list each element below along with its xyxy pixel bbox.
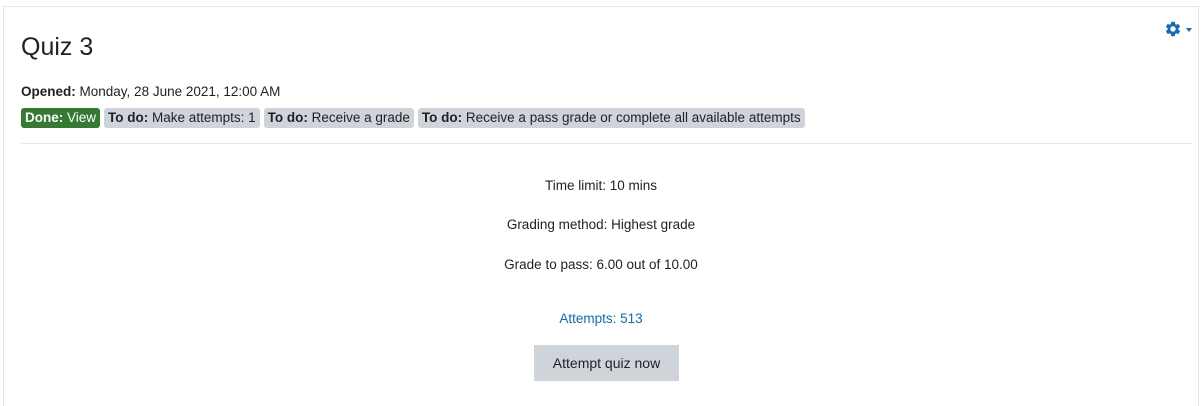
opened-label: Opened: [21,84,76,99]
completion-badge-make-attempts: To do: Make attempts: 1 [104,108,260,128]
gear-icon [1164,20,1182,38]
attempt-quiz-button[interactable]: Attempt quiz now [534,345,679,381]
badge-text: Receive a pass grade or complete all ava… [465,110,801,125]
caret-down-icon [1186,28,1192,32]
opened-date: Monday, 28 June 2021, 12:00 AM [79,84,281,99]
badge-text: View [67,110,97,125]
badge-status: To do: [108,110,149,125]
attempts-link[interactable]: Attempts: 513 [559,311,642,326]
completion-requirements: Done: View To do: Make attempts: 1 To do… [21,108,805,128]
badge-status: To do: [267,110,308,125]
completion-badge-receive-grade: To do: Receive a grade [263,108,414,128]
header-divider [21,143,1192,144]
activity-dates: Opened: Monday, 28 June 2021, 12:00 AM [21,83,280,101]
page-title: Quiz 3 [21,33,94,61]
completion-badge-view: Done: View [21,108,101,128]
badge-status: Done: [25,110,64,125]
time-limit-info: Time limit: 10 mins [544,178,657,193]
grade-to-pass-info: Grade to pass: 6.00 out of 10.00 [504,257,698,272]
badge-text: Make attempts: 1 [152,110,256,125]
attempts-summary: Attempts: 513 [0,310,1202,328]
completion-badge-pass-grade: To do: Receive a pass grade or complete … [417,108,805,128]
badge-status: To do: [421,110,463,125]
grading-method-info: Grading method: Highest grade [506,217,696,232]
settings-menu-toggle[interactable] [1164,20,1192,38]
badge-text: Receive a grade [311,110,410,125]
